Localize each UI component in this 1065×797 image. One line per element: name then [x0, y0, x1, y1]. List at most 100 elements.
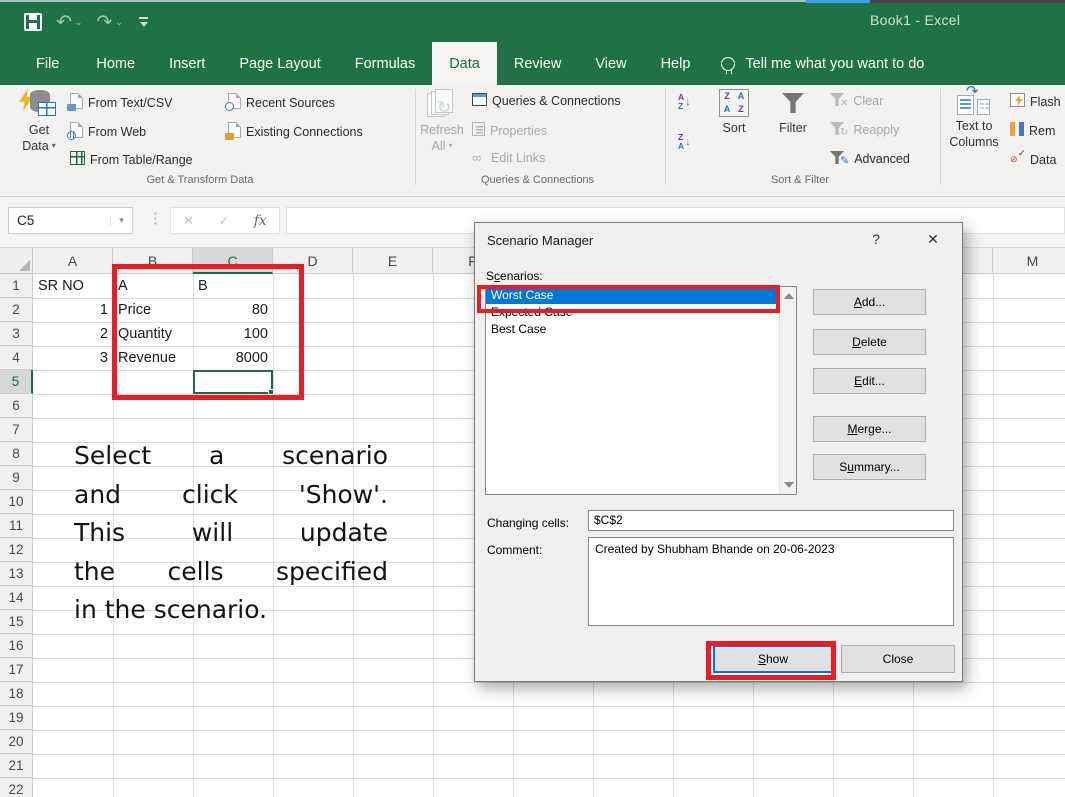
- summary-button[interactable]: Summary...: [813, 454, 926, 480]
- filter-button[interactable]: Filter: [770, 89, 816, 137]
- customize-quick-access-icon[interactable]: [137, 16, 151, 28]
- sort-ascending-button[interactable]: AZ ↓: [678, 93, 691, 111]
- edit-button[interactable]: Edit...: [813, 368, 926, 394]
- merge-button[interactable]: Merge...: [813, 416, 926, 442]
- row-header-3[interactable]: 3: [0, 322, 33, 346]
- row-header-15[interactable]: 15: [0, 610, 33, 634]
- row-header-22[interactable]: 22: [0, 778, 33, 797]
- tell-me-box[interactable]: Tell me what you want to do: [721, 42, 924, 85]
- scroll-down-icon[interactable]: [784, 482, 794, 488]
- delete-button[interactable]: Delete: [813, 329, 926, 355]
- edit-links-button[interactable]: Edit Links: [472, 151, 545, 165]
- undo-icon[interactable]: ↶: [56, 13, 72, 32]
- cell-A2[interactable]: 1: [33, 298, 113, 322]
- text-to-columns-button[interactable]: ↷ Text to Columns: [946, 89, 1002, 150]
- from-table-range-button[interactable]: From Table/Range: [70, 151, 193, 168]
- row-header-5[interactable]: 5: [0, 370, 33, 394]
- flash-button[interactable]: Flash: [1010, 93, 1061, 110]
- label: Rem: [1029, 124, 1055, 138]
- row-header-8[interactable]: 8: [0, 442, 33, 466]
- properties-button[interactable]: Properties: [472, 122, 547, 139]
- changing-cells-field[interactable]: $C$2: [588, 510, 954, 531]
- sort-za-icon: ZA ↓: [678, 133, 691, 151]
- add-button[interactable]: Add...: [813, 289, 926, 315]
- row-header-7[interactable]: 7: [0, 418, 33, 442]
- queries-connections-button[interactable]: Queries & Connections: [472, 93, 621, 109]
- redo-icon[interactable]: ↷: [96, 13, 112, 32]
- refresh-all-button[interactable]: ↻ Refresh All▾: [418, 89, 466, 154]
- from-text-csv-button[interactable]: From Text/CSV: [70, 93, 173, 112]
- tab-help[interactable]: Help: [644, 42, 708, 85]
- insert-function-icon[interactable]: fx: [254, 213, 267, 229]
- cell-A4[interactable]: 3: [33, 346, 113, 370]
- formula-bar-grip[interactable]: ⋮: [148, 209, 161, 227]
- row-header-2[interactable]: 2: [0, 298, 33, 322]
- tab-data[interactable]: Data: [432, 42, 497, 85]
- label: Clear: [853, 94, 883, 108]
- undo-dropdown-icon[interactable]: ⌄: [75, 17, 83, 28]
- redo-dropdown-icon[interactable]: ⌄: [115, 17, 123, 28]
- row-header-19[interactable]: 19: [0, 706, 33, 730]
- row-header-17[interactable]: 17: [0, 658, 33, 682]
- annotation-text: Select a scenarioand click 'Show'.This w…: [74, 437, 388, 630]
- row-header-12[interactable]: 12: [0, 538, 33, 562]
- get-data-button[interactable]: Get Data▾: [12, 89, 66, 154]
- annotation-line: the cells specified: [74, 553, 388, 592]
- row-header-16[interactable]: 16: [0, 634, 33, 658]
- row-header-20[interactable]: 20: [0, 730, 33, 754]
- close-button[interactable]: Close: [841, 645, 955, 673]
- label: Advanced: [854, 152, 910, 166]
- row-header-10[interactable]: 10: [0, 490, 33, 514]
- tab-home[interactable]: Home: [79, 42, 152, 85]
- dialog-close-icon[interactable]: ✕: [923, 231, 943, 248]
- row-header-18[interactable]: 18: [0, 682, 33, 706]
- save-icon[interactable]: [24, 13, 42, 31]
- scenario-list[interactable]: Worst CaseExpected CaseBest Case: [485, 286, 797, 495]
- rem-button[interactable]: Rem: [1010, 122, 1055, 139]
- comment-box[interactable]: Created by Shubham Bhande on 20-06-2023: [588, 537, 954, 626]
- reapply-button[interactable]: ↻Reapply: [830, 122, 899, 138]
- clear-button[interactable]: ✕Clear: [830, 93, 883, 109]
- scenario-list-scrollbar[interactable]: [779, 287, 796, 494]
- row-header-1[interactable]: 1: [0, 274, 33, 298]
- dialog-help-button[interactable]: ?: [867, 231, 885, 247]
- column-header-A[interactable]: A: [33, 248, 113, 274]
- name-box-dropdown-icon[interactable]: ▾: [110, 215, 132, 226]
- tab-insert[interactable]: Insert: [152, 42, 222, 85]
- cell-A1[interactable]: SR NO: [33, 274, 113, 298]
- existing-connections-button[interactable]: Existing Connections: [228, 122, 363, 141]
- row-header-14[interactable]: 14: [0, 586, 33, 610]
- cancel-icon[interactable]: ✕: [183, 213, 194, 229]
- data-button[interactable]: Data: [1010, 151, 1056, 168]
- cell-A3[interactable]: 2: [33, 322, 113, 346]
- get-data-label-line2: Data: [22, 139, 48, 155]
- row-header-4[interactable]: 4: [0, 346, 33, 370]
- select-all-corner[interactable]: [0, 248, 33, 274]
- scenario-item-best-case[interactable]: Best Case: [486, 321, 779, 338]
- enter-icon[interactable]: ✓: [218, 213, 229, 229]
- tab-review[interactable]: Review: [497, 42, 579, 85]
- sort-button[interactable]: ZA AZ Sort: [712, 89, 756, 137]
- column-header-E[interactable]: E: [353, 248, 433, 274]
- column-header-M[interactable]: M: [993, 248, 1065, 274]
- tab-formulas[interactable]: Formulas: [338, 42, 432, 85]
- row-header-13[interactable]: 13: [0, 562, 33, 586]
- text-to-columns-label-line2: Columns: [949, 135, 998, 151]
- from-web-button[interactable]: From Web: [70, 122, 146, 141]
- advanced-button[interactable]: ✎Advanced: [830, 151, 910, 167]
- tab-page-layout[interactable]: Page Layout: [222, 42, 337, 85]
- annotation-line: This will update: [74, 514, 388, 553]
- row-header-21[interactable]: 21: [0, 754, 33, 778]
- scroll-up-icon[interactable]: [784, 293, 794, 299]
- refresh-all-label-line2: All: [432, 139, 446, 155]
- row-header-11[interactable]: 11: [0, 514, 33, 538]
- label: Flash: [1030, 95, 1061, 109]
- tab-file[interactable]: File: [16, 42, 79, 85]
- get-data-icon: [21, 89, 57, 123]
- name-box[interactable]: C5 ▾: [8, 207, 133, 234]
- row-header-6[interactable]: 6: [0, 394, 33, 418]
- sort-descending-button[interactable]: ZA ↓: [678, 133, 691, 151]
- row-header-9[interactable]: 9: [0, 466, 33, 490]
- tab-view[interactable]: View: [578, 42, 643, 85]
- recent-sources-button[interactable]: Recent Sources: [228, 93, 335, 112]
